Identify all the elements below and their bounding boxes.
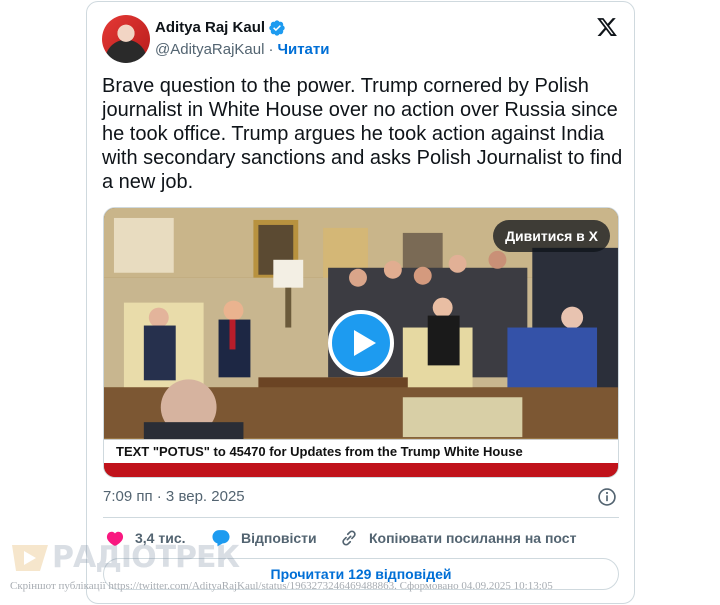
radio-logo-icon bbox=[12, 544, 48, 571]
video-ticker: TEXT "POTUS" to 45470 for Updates from t… bbox=[104, 439, 618, 463]
tweet-text: Brave question to the power. Trump corne… bbox=[102, 75, 623, 193]
separator: · bbox=[268, 41, 274, 58]
screenshot-caption: Скріншот публікації https://twitter.com/… bbox=[10, 580, 553, 592]
watermark-brand: РАДІОТРЕК bbox=[52, 540, 240, 575]
reply-label: Відповісти bbox=[241, 530, 317, 546]
link-icon bbox=[342, 530, 356, 546]
handle-row: @AdityaRajKaul · Читати bbox=[155, 41, 329, 58]
watch-on-x-button[interactable]: Дивитися в X bbox=[493, 220, 610, 252]
author-avatar[interactable] bbox=[102, 15, 150, 63]
author-handle[interactable]: @AdityaRajKaul bbox=[155, 41, 264, 58]
x-logo-icon[interactable] bbox=[596, 16, 618, 38]
info-icon[interactable] bbox=[597, 487, 617, 507]
play-icon[interactable] bbox=[328, 310, 394, 376]
author-name[interactable]: Aditya Raj Kaul bbox=[155, 19, 265, 36]
watermark-logo: РАДІОТРЕК bbox=[10, 540, 240, 575]
verified-badge-icon bbox=[269, 20, 285, 36]
follow-link[interactable]: Читати bbox=[277, 41, 329, 58]
copy-link-button[interactable]: Копіювати посилання на пост bbox=[339, 526, 576, 550]
divider bbox=[103, 517, 619, 518]
tweet-timestamp[interactable]: 7:09 пп · 3 вер. 2025 bbox=[103, 488, 245, 505]
video-thumbnail[interactable]: Дивитися в X TEXT "POTUS" to 45470 for U… bbox=[103, 207, 619, 478]
ticker-red-bar bbox=[104, 463, 618, 477]
copy-link-label: Копіювати посилання на пост bbox=[369, 530, 577, 546]
tweet-card: Aditya Raj Kaul @AdityaRajKaul · Читати Br… bbox=[86, 1, 635, 604]
